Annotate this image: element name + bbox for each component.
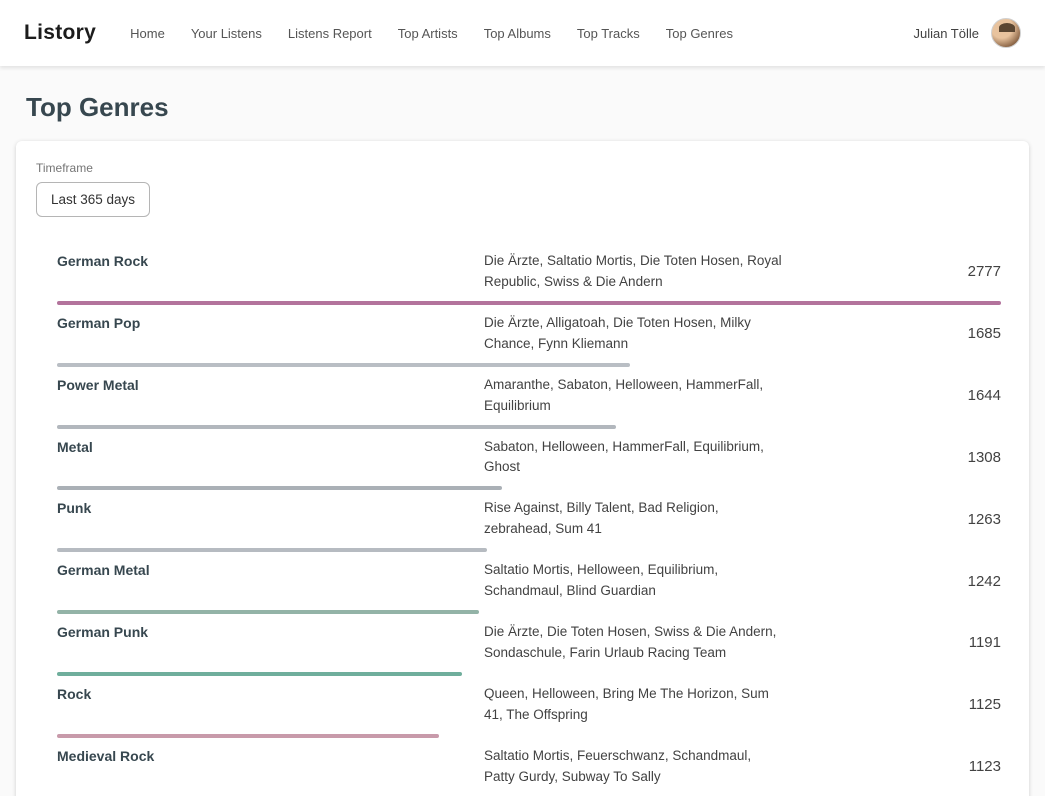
nav-item-home[interactable]: Home xyxy=(130,26,165,41)
genre-name: German Rock xyxy=(57,251,467,293)
genre-name: Rock xyxy=(57,684,467,726)
genre-name: Metal xyxy=(57,437,467,479)
genre-name: Medieval Rock xyxy=(57,746,467,788)
genre-count: 1125 xyxy=(906,696,1001,713)
genre-row: Medieval Rock Saltatio Mortis, Feuerschw… xyxy=(57,738,1001,796)
user-area: Julian Tölle xyxy=(913,18,1021,48)
genre-name: German Punk xyxy=(57,622,467,664)
genre-artists: Saltatio Mortis, Feuerschwanz, Schandmau… xyxy=(484,746,782,788)
genre-count: 2777 xyxy=(906,263,1001,280)
genre-row: German Punk Die Ärzte, Die Toten Hosen, … xyxy=(57,614,1001,676)
genre-row: Metal Sabaton, Helloween, HammerFall, Eq… xyxy=(57,429,1001,491)
genre-artists: Die Ärzte, Saltatio Mortis, Die Toten Ho… xyxy=(484,251,782,293)
nav-item-top-tracks[interactable]: Top Tracks xyxy=(577,26,640,41)
app-logo[interactable]: Listory xyxy=(24,21,96,45)
genre-row: German Rock Die Ärzte, Saltatio Mortis, … xyxy=(57,243,1001,305)
genre-artists: Die Ärzte, Die Toten Hosen, Swiss & Die … xyxy=(484,622,782,664)
nav-item-top-artists[interactable]: Top Artists xyxy=(398,26,458,41)
genre-artists: Saltatio Mortis, Helloween, Equilibrium,… xyxy=(484,560,782,602)
genres-table: German Rock Die Ärzte, Saltatio Mortis, … xyxy=(57,243,1001,796)
genre-count: 1263 xyxy=(906,511,1001,528)
genre-artists: Die Ärzte, Alligatoah, Die Toten Hosen, … xyxy=(484,313,782,355)
nav-item-top-genres[interactable]: Top Genres xyxy=(666,26,733,41)
avatar[interactable] xyxy=(991,18,1021,48)
genre-count: 1685 xyxy=(906,325,1001,342)
genre-count: 1242 xyxy=(906,573,1001,590)
page-title: Top Genres xyxy=(26,92,1045,123)
genre-count: 1308 xyxy=(906,449,1001,466)
genre-artists: Sabaton, Helloween, HammerFall, Equilibr… xyxy=(484,437,782,479)
genre-artists: Rise Against, Billy Talent, Bad Religion… xyxy=(484,498,782,540)
nav-item-your-listens[interactable]: Your Listens xyxy=(191,26,262,41)
genre-row: German Metal Saltatio Mortis, Helloween,… xyxy=(57,552,1001,614)
genre-name: Punk xyxy=(57,498,467,540)
top-genres-card: Timeframe Last 365 days German Rock Die … xyxy=(16,141,1029,796)
genre-row: Punk Rise Against, Billy Talent, Bad Rel… xyxy=(57,490,1001,552)
genre-name: German Pop xyxy=(57,313,467,355)
nav-item-top-albums[interactable]: Top Albums xyxy=(484,26,551,41)
genre-artists: Queen, Helloween, Bring Me The Horizon, … xyxy=(484,684,782,726)
genre-row: Power Metal Amaranthe, Sabaton, Hellowee… xyxy=(57,367,1001,429)
genre-row: Rock Queen, Helloween, Bring Me The Hori… xyxy=(57,676,1001,738)
main-nav: Home Your Listens Listens Report Top Art… xyxy=(130,26,733,41)
top-navigation-bar: Listory Home Your Listens Listens Report… xyxy=(0,0,1045,66)
genre-artists: Amaranthe, Sabaton, Helloween, HammerFal… xyxy=(484,375,782,417)
genre-name: German Metal xyxy=(57,560,467,602)
timeframe-label: Timeframe xyxy=(36,161,1005,175)
genre-count: 1644 xyxy=(906,387,1001,404)
genre-row: German Pop Die Ärzte, Alligatoah, Die To… xyxy=(57,305,1001,367)
nav-item-listens-report[interactable]: Listens Report xyxy=(288,26,372,41)
timeframe-select[interactable]: Last 365 days xyxy=(36,182,150,217)
user-name[interactable]: Julian Tölle xyxy=(913,26,979,41)
genre-count: 1123 xyxy=(906,758,1001,775)
genre-count: 1191 xyxy=(906,634,1001,651)
genre-name: Power Metal xyxy=(57,375,467,417)
